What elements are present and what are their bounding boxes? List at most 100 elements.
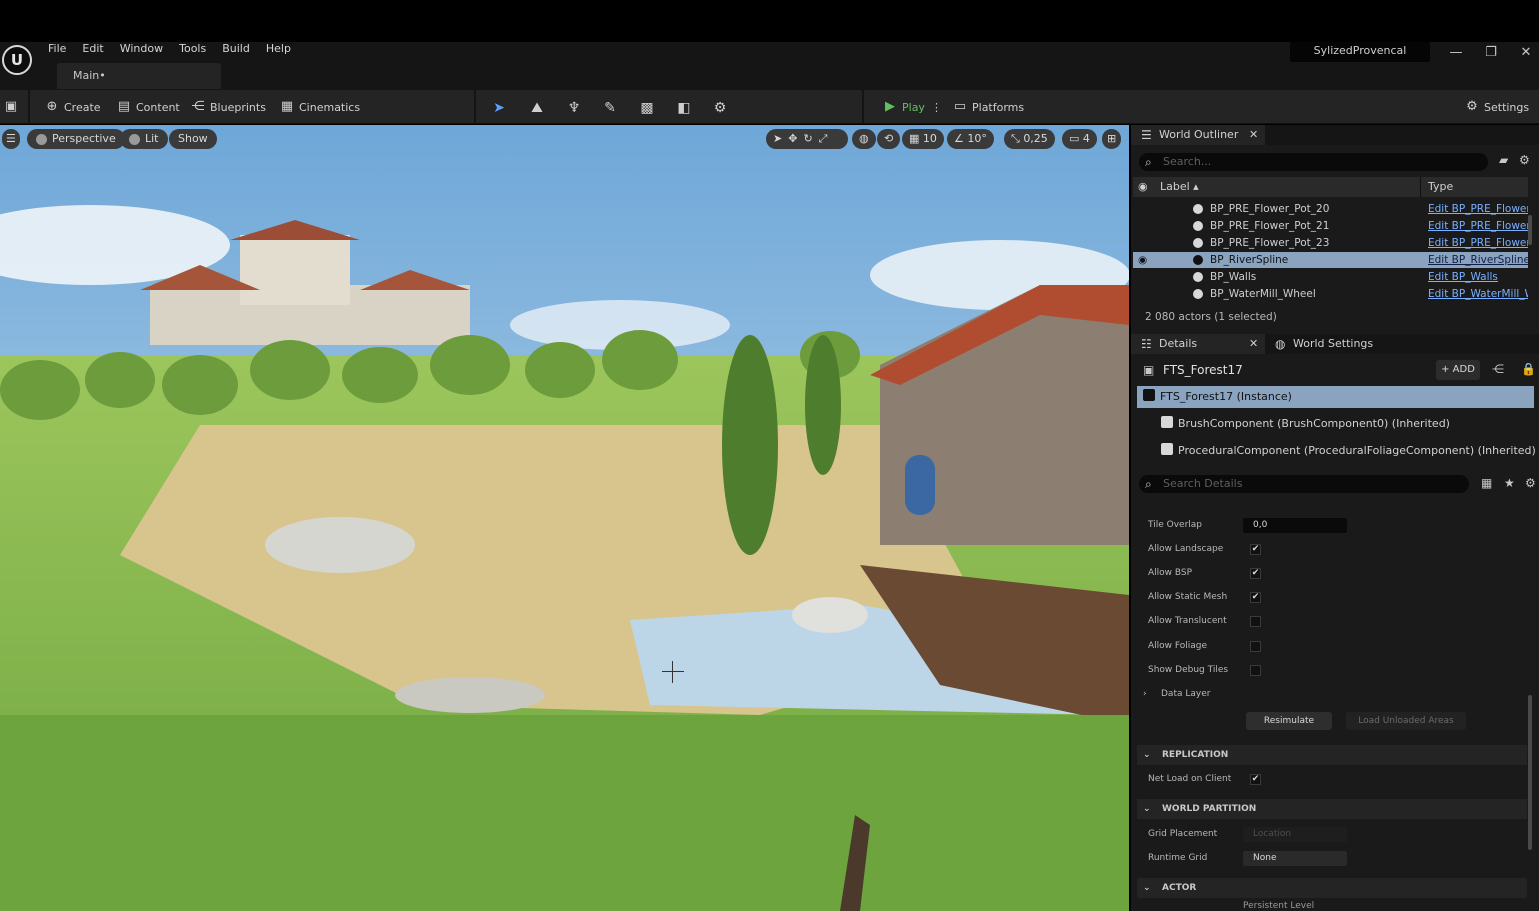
camera-speed-button[interactable]: ▭ 4: [1062, 129, 1097, 149]
select-mode-icon[interactable]: ➤: [490, 99, 508, 117]
mesh-mode-icon[interactable]: ◧: [675, 99, 693, 117]
actor-type-link[interactable]: Edit BP_PRE_Flower_: [1428, 235, 1528, 251]
details-settings-icon[interactable]: ⚙: [1525, 476, 1536, 490]
actor-type-link[interactable]: Edit BP_Walls: [1428, 269, 1528, 285]
scale-tool-icon[interactable]: ⤢: [819, 132, 834, 145]
outliner-scrollbar[interactable]: [1528, 215, 1532, 245]
property-data-layer[interactable]: › Data Layer: [1137, 683, 1527, 705]
actor-type-link[interactable]: Edit BP_WaterMill_W: [1428, 286, 1528, 302]
close-icon[interactable]: ✕: [1249, 334, 1258, 354]
settings-button[interactable]: ⚙ Settings: [1464, 96, 1529, 118]
platforms-button[interactable]: ▭ Platforms: [952, 96, 1024, 118]
world-local-toggle[interactable]: ◍: [852, 129, 876, 149]
tab-world-outliner[interactable]: ☰ World Outliner: [1131, 125, 1265, 145]
play-button[interactable]: ▶ Play ⋮: [882, 96, 942, 118]
tile-overlap-input[interactable]: 0,0: [1243, 518, 1347, 533]
resimulate-button[interactable]: Resimulate: [1246, 712, 1332, 730]
surface-snap-toggle[interactable]: ⟲: [877, 129, 901, 149]
column-divider[interactable]: [1420, 177, 1421, 197]
close-icon[interactable]: ✕: [1249, 125, 1258, 145]
chevron-right-icon[interactable]: ›: [1143, 683, 1147, 705]
grid-snap-button[interactable]: ▦ 10: [902, 129, 944, 149]
load-unloaded-areas-button[interactable]: Load Unloaded Areas: [1346, 712, 1466, 730]
grid-placement-select[interactable]: Location: [1243, 827, 1347, 842]
details-scrollbar[interactable]: [1528, 695, 1532, 850]
outliner-row[interactable]: BP_Walls Edit BP_Walls: [1133, 269, 1528, 285]
details-search-input[interactable]: ⌕ Search Details: [1139, 475, 1469, 493]
rotate-tool-icon[interactable]: ↻: [803, 132, 818, 145]
allow-landscape-checkbox[interactable]: ✔: [1250, 544, 1261, 555]
perspective-button[interactable]: Perspective: [27, 129, 125, 149]
menu-help[interactable]: Help: [258, 42, 299, 56]
outliner-header: ◉ Label ▴ Type: [1133, 177, 1528, 197]
document-tab-main[interactable]: Main•: [57, 63, 221, 89]
minimize-button[interactable]: —: [1446, 44, 1466, 62]
add-folder-icon[interactable]: ▰: [1499, 153, 1508, 167]
level-viewport[interactable]: ☰ Perspective Lit Show ➤✥↻⤢ ◍ ⟲ ▦ 10 ∠ 1…: [0, 125, 1129, 911]
section-replication[interactable]: ⌄ REPLICATION: [1137, 745, 1527, 765]
content-button[interactable]: ▤ Content: [116, 96, 180, 118]
outliner-row-selected[interactable]: ◉ BP_RiverSpline Edit BP_RiverSpline: [1133, 252, 1528, 268]
allow-translucent-checkbox[interactable]: [1250, 616, 1261, 627]
landscape-mode-icon[interactable]: ⛰: [528, 99, 546, 117]
maximize-button[interactable]: ❐: [1481, 44, 1501, 62]
section-actor[interactable]: ⌄ ACTOR: [1137, 878, 1527, 898]
menu-file[interactable]: File: [40, 42, 74, 56]
cinematics-button[interactable]: ▦ Cinematics: [279, 96, 360, 118]
actor-type-link[interactable]: Edit BP_RiverSpline: [1428, 252, 1528, 268]
animation-mode-icon[interactable]: ⚙: [711, 99, 729, 117]
foliage-mode-icon[interactable]: ♆: [565, 99, 583, 117]
blueprint-convert-icon[interactable]: ⋲: [1492, 362, 1504, 376]
outliner-search-input[interactable]: ⌕ Search...: [1139, 153, 1488, 171]
lit-button[interactable]: Lit: [120, 129, 168, 149]
actor-type-link[interactable]: Edit BP_PRE_Flower_: [1428, 218, 1528, 234]
menu-build[interactable]: Build: [214, 42, 258, 56]
create-button[interactable]: ⊕ Create: [44, 96, 101, 118]
component-row[interactable]: ProceduralComponent (ProceduralFoliageCo…: [1137, 440, 1536, 462]
lock-icon[interactable]: 🔒: [1521, 362, 1536, 376]
label-column-header[interactable]: Label ▴: [1160, 177, 1199, 197]
select-tool-icon[interactable]: ➤: [773, 132, 788, 145]
fracture-mode-icon[interactable]: ▩: [638, 99, 656, 117]
menu-edit[interactable]: Edit: [74, 42, 111, 56]
net-load-checkbox[interactable]: ✔: [1250, 774, 1261, 785]
allow-bsp-checkbox[interactable]: ✔: [1250, 568, 1261, 579]
tab-details[interactable]: ☷ Details: [1131, 334, 1265, 354]
star-icon[interactable]: ★: [1504, 476, 1515, 490]
save-button[interactable]: ▣: [3, 96, 23, 118]
play-options-icon[interactable]: ⋮: [931, 101, 942, 114]
allow-foliage-checkbox[interactable]: [1250, 641, 1261, 652]
menu-window[interactable]: Window: [112, 42, 171, 56]
viewport-layout-button[interactable]: ⊞: [1102, 129, 1122, 149]
close-button[interactable]: ✕: [1516, 44, 1536, 62]
show-button[interactable]: Show: [169, 129, 217, 149]
outliner-row[interactable]: BP_PRE_Flower_Pot_20 Edit BP_PRE_Flower_: [1133, 201, 1528, 217]
outliner-settings-icon[interactable]: ⚙: [1519, 153, 1530, 167]
component-row-selected[interactable]: FTS_Forest17 (Instance): [1137, 386, 1534, 408]
allow-static-mesh-checkbox[interactable]: ✔: [1250, 592, 1261, 603]
tab-world-settings[interactable]: ◍ World Settings: [1265, 334, 1405, 354]
scale-snap-button[interactable]: ⤡ 0,25: [1004, 129, 1055, 149]
outliner-row[interactable]: BP_PRE_Flower_Pot_23 Edit BP_PRE_Flower_: [1133, 235, 1528, 251]
add-component-button[interactable]: + ADD: [1436, 360, 1480, 380]
unreal-logo-icon[interactable]: U: [2, 45, 32, 75]
type-column-header[interactable]: Type: [1428, 177, 1453, 197]
outliner-row[interactable]: BP_WaterMill_Wheel Edit BP_WaterMill_W: [1133, 286, 1528, 302]
show-debug-tiles-checkbox[interactable]: [1250, 665, 1261, 676]
section-world-partition[interactable]: ⌄ WORLD PARTITION: [1137, 799, 1527, 819]
visibility-column-icon[interactable]: ◉: [1138, 177, 1148, 197]
component-row[interactable]: BrushComponent (BrushComponent0) (Inheri…: [1137, 413, 1534, 435]
actor-name[interactable]: FTS_Forest17: [1163, 363, 1243, 377]
visibility-eye-icon[interactable]: ◉: [1138, 252, 1147, 268]
viewport-menu-button[interactable]: ☰: [2, 129, 20, 149]
outliner-row[interactable]: BP_PRE_Flower_Pot_21 Edit BP_PRE_Flower_: [1133, 218, 1528, 234]
transform-tools[interactable]: ➤✥↻⤢: [766, 129, 848, 149]
menu-tools[interactable]: Tools: [171, 42, 214, 56]
actor-type-link[interactable]: Edit BP_PRE_Flower_: [1428, 201, 1528, 217]
move-tool-icon[interactable]: ✥: [788, 132, 803, 145]
rotation-snap-button[interactable]: ∠ 10°: [947, 129, 994, 149]
paint-mode-icon[interactable]: ✎: [601, 99, 619, 117]
runtime-grid-select[interactable]: None: [1243, 851, 1347, 866]
blueprints-button[interactable]: ⋲ Blueprints: [190, 96, 266, 118]
table-view-icon[interactable]: ▦: [1481, 476, 1492, 490]
